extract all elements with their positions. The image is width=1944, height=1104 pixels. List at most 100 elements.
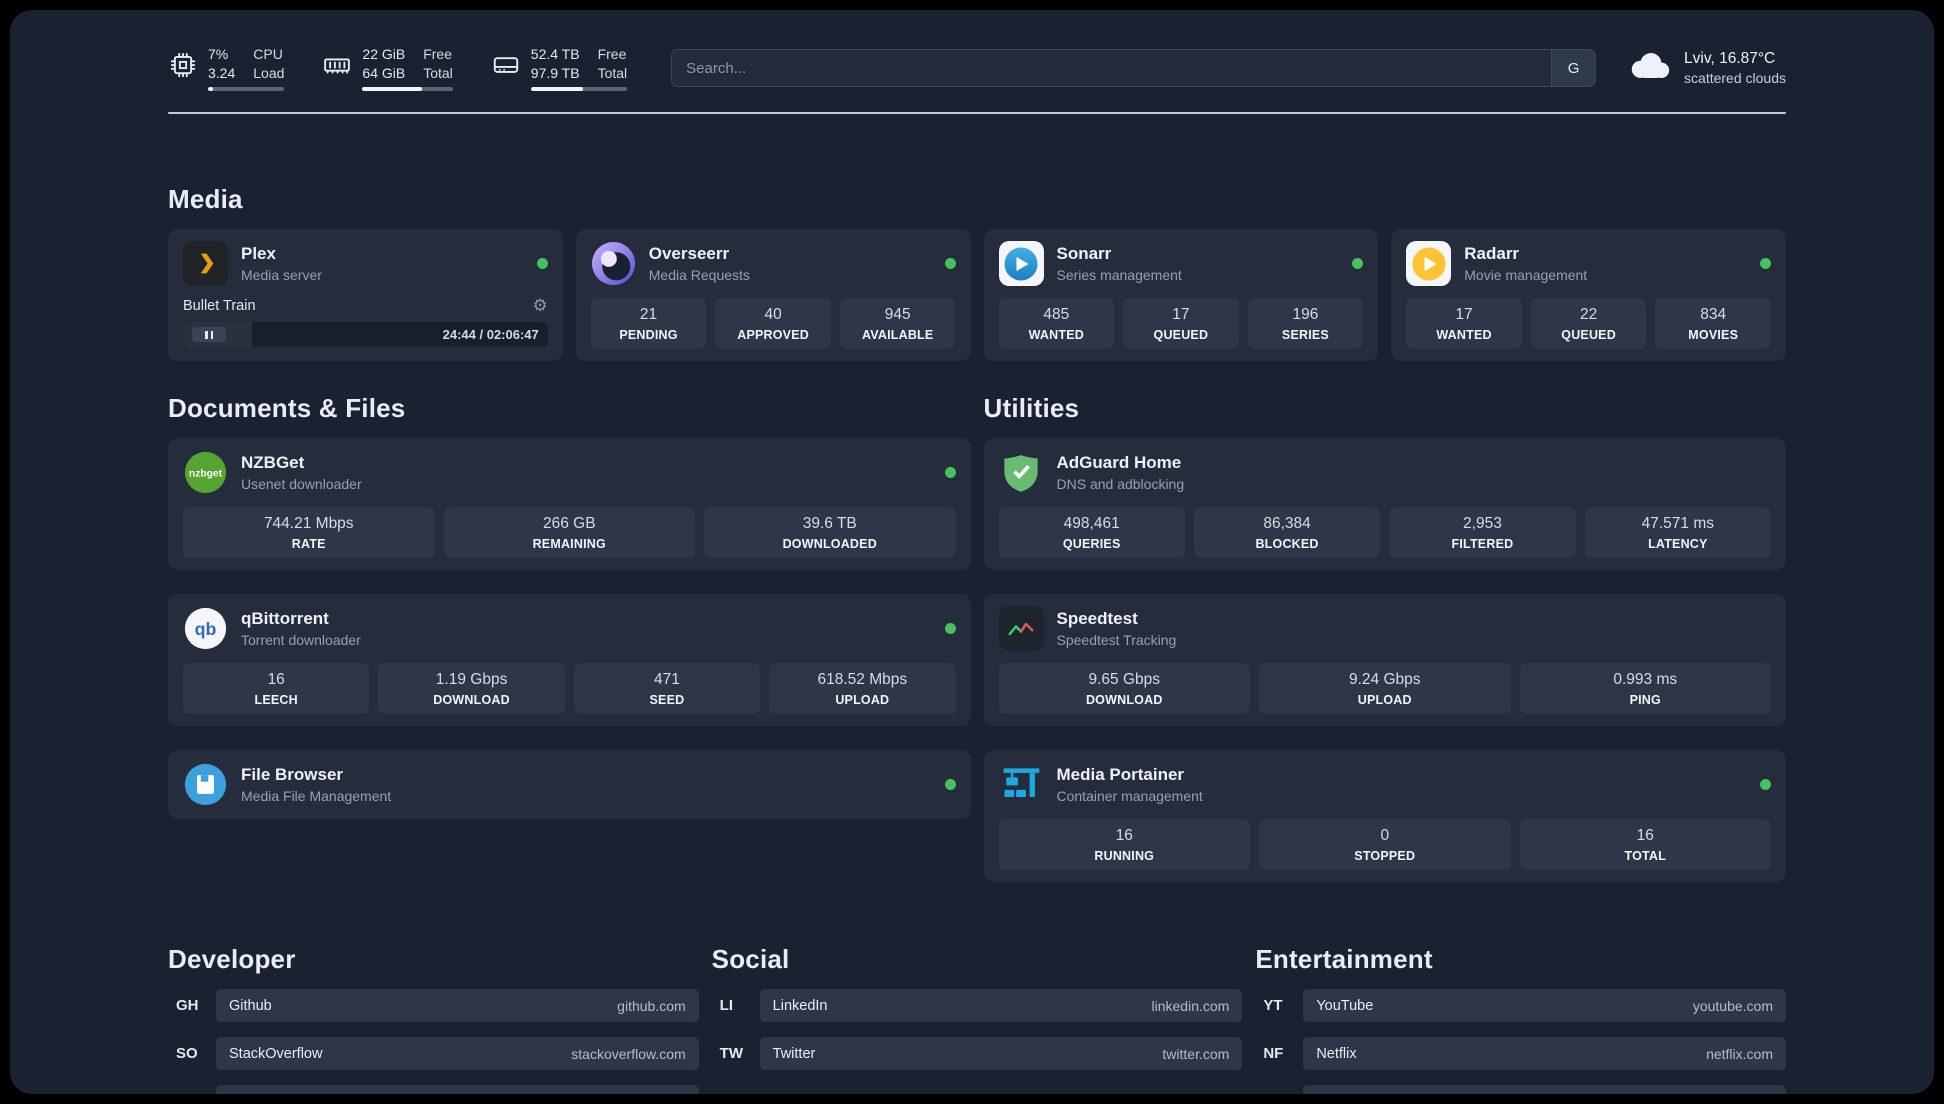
bookmark-github[interactable]: GH Github github.com [168, 989, 699, 1022]
bookmark-abbr: TW [719, 1045, 743, 1062]
stat-value: 17 [1172, 306, 1190, 323]
status-dot [944, 258, 956, 269]
bookmark-url: twitter.com [1162, 1045, 1230, 1062]
card-subtitle: Series management [1056, 267, 1182, 283]
stat-box: 945 AVAILABLE [839, 298, 956, 349]
bookmark-name: Netflix [1316, 1045, 1357, 1062]
card-nzbget[interactable]: nzbget NZBGet Usenet downloader 744.21 M… [168, 438, 971, 570]
stat-value: 1.19 Gbps [435, 671, 508, 688]
dashboard-panel: 7% 3.24 CPU Load 22 GiB 64 GiB Free Tota… [10, 10, 1934, 1094]
stat-value: 17 [1455, 306, 1473, 323]
stat-box: 86,384 BLOCKED [1193, 507, 1381, 558]
stat-box: 0.993 ms PING [1519, 663, 1771, 714]
bookmark-name: Twitter [772, 1045, 816, 1062]
bookmark-twitter[interactable]: TW Twitter twitter.com [712, 1037, 1243, 1070]
card-qbittorrent[interactable]: qb qBittorrent Torrent downloader 16 LEE… [168, 594, 971, 726]
card-subtitle: Container management [1056, 788, 1203, 804]
bookmark-name: Github [229, 997, 272, 1014]
stat-label: RATE [291, 537, 326, 551]
card-overseerr[interactable]: Overseerr Media Requests 21 PENDING 40 A… [575, 229, 971, 361]
stat-label: FILTERED [1451, 537, 1514, 551]
stat-label: DOWNLOAD [1085, 693, 1163, 707]
bookmark-abbr: YT [1263, 997, 1283, 1014]
card-title: Overseerr [648, 244, 730, 263]
card-speedtest[interactable]: Speedtest Speedtest Tracking 9.65 Gbps D… [983, 594, 1786, 726]
search-input[interactable] [672, 50, 1552, 86]
storage-free-label: Free [597, 45, 627, 62]
stat-box: 266 GB REMAINING [443, 507, 695, 558]
stat-label: SEED [649, 693, 685, 707]
stat-label: PING [1629, 693, 1661, 707]
stat-label: WANTED [1436, 328, 1492, 342]
svg-text:nzbget: nzbget [189, 469, 223, 480]
portainer-crane-icon [999, 762, 1044, 807]
stat-value: 834 [1700, 306, 1727, 323]
stat-label: DOWNLOADED [782, 537, 877, 551]
card-title: Sonarr [1056, 244, 1112, 263]
card-subtitle: Speedtest Tracking [1056, 632, 1177, 648]
stat-value: 471 [654, 671, 680, 688]
sonarr-icon [998, 241, 1044, 286]
bookmark-reddit[interactable]: RE Reddit reddit.com [1255, 1085, 1786, 1094]
bookmark-stackoverflow[interactable]: SO StackOverflow stackoverflow.com [168, 1037, 699, 1070]
card-title: qBittorrent [241, 609, 329, 628]
card-sonarr[interactable]: Sonarr Series management 485 WANTED 17 Q… [983, 229, 1379, 361]
card-title: Media Portainer [1056, 765, 1185, 784]
media-section: Media Plex Media server Bullet Train ⚙ 2… [168, 184, 1786, 361]
settings-gear-icon[interactable]: ⚙ [533, 297, 548, 314]
stat-label: QUEUED [1153, 328, 1209, 342]
weather-widget: Lviv, 16.87°C scattered clouds [1626, 50, 1786, 86]
bookmark-netflix[interactable]: NF Netflix netflix.com [1255, 1037, 1786, 1070]
stat-label: PENDING [619, 328, 678, 342]
storage-total-value: 97.9 TB [530, 64, 580, 81]
now-playing-title: Bullet Train [183, 297, 256, 314]
bookmark-name: LinkedIn [772, 997, 828, 1014]
card-subtitle: Usenet downloader [241, 476, 362, 492]
stat-value: 0.993 ms [1613, 671, 1678, 688]
card-radarr[interactable]: Radarr Movie management 17 WANTED 22 QUE… [1391, 229, 1786, 361]
bookmark-abbr: GH [176, 997, 199, 1014]
bookmark-url: stackoverflow.com [571, 1045, 686, 1062]
weather-condition: scattered clouds [1684, 70, 1786, 86]
bookmark-group-developer: Developer GH Github github.com SO StackO… [168, 944, 699, 1094]
file-browser-icon [183, 762, 228, 807]
cpu-load-value: 3.24 [208, 64, 236, 81]
bookmark-abbr: LI [719, 997, 733, 1014]
stat-box: 471 SEED [573, 663, 761, 714]
stat-label: WANTED [1028, 328, 1084, 342]
stat-label: DOWNLOAD [433, 693, 510, 707]
bookmark-url: netflix.com [1706, 1045, 1773, 1062]
card-plex[interactable]: Plex Media server Bullet Train ⚙ 24:44 /… [168, 229, 563, 361]
section-title-developer: Developer [168, 944, 296, 974]
card-title: Plex [241, 244, 276, 263]
card-media-portainer[interactable]: Media Portainer Container management 16 … [983, 750, 1786, 882]
pause-button[interactable] [192, 327, 226, 342]
stat-value: 2,953 [1463, 515, 1502, 532]
stat-box: 1.19 Gbps DOWNLOAD [378, 663, 565, 714]
bookmark-linkedin[interactable]: LI LinkedIn linkedin.com [712, 989, 1243, 1022]
nzbget-icon: nzbget [183, 450, 228, 495]
stat-box: 39.6 TB DOWNLOADED [704, 507, 956, 558]
bookmark-youtube[interactable]: YT YouTube youtube.com [1255, 989, 1786, 1022]
search-provider-button[interactable]: G [1551, 50, 1596, 86]
card-file-browser[interactable]: File Browser Media File Management [168, 750, 971, 819]
stat-value: 9.24 Gbps [1348, 671, 1421, 688]
cpu-progress-bar [208, 86, 285, 91]
bookmark-dev[interactable]: DT DEV dev.to [168, 1085, 699, 1094]
player-progress-bar[interactable]: 24:44 / 02:06:47 [183, 322, 548, 347]
stat-label: SERIES [1281, 328, 1329, 342]
hard-drive-icon [491, 50, 521, 80]
card-subtitle: DNS and adblocking [1056, 476, 1185, 492]
stat-box: 196 SERIES [1247, 298, 1364, 349]
stat-value: 498,461 [1063, 515, 1120, 532]
stat-label: TOTAL [1624, 849, 1666, 863]
svg-text:qb: qb [195, 619, 217, 639]
stat-value: 618.52 Mbps [817, 671, 908, 688]
topbar: 7% 3.24 CPU Load 22 GiB 64 GiB Free Tota… [168, 40, 1786, 96]
bookmark-url: linkedin.com [1151, 997, 1230, 1014]
card-adguard-home[interactable]: AdGuard Home DNS and adblocking 498,461 … [983, 438, 1786, 570]
section-title-documents: Documents & Files [168, 393, 406, 423]
stat-label: APPROVED [737, 328, 809, 342]
memory-free-label: Free [423, 45, 453, 62]
storage-free-value: 52.4 TB [530, 45, 580, 62]
